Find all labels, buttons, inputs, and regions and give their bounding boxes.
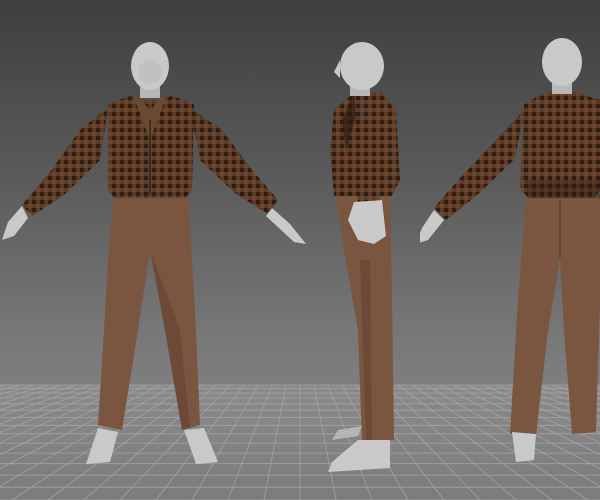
front-left-sleeve [22,108,108,216]
3d-viewport[interactable] [0,0,600,500]
front-left-foot [86,428,118,464]
front-right-foot [184,428,218,464]
back-head [542,38,582,86]
side-view-figure[interactable] [300,0,430,500]
side-head [340,42,384,90]
back-left-hand [420,210,444,243]
side-foot [328,440,390,472]
back-view-figure[interactable] [420,0,600,500]
back-pants [510,196,600,436]
front-right-sleeve [190,108,278,214]
back-foot [512,432,536,462]
front-left-hand [2,206,28,240]
side-arm-sleeve [356,112,380,204]
front-view-figure[interactable] [0,0,320,500]
back-left-sleeve [434,108,526,220]
